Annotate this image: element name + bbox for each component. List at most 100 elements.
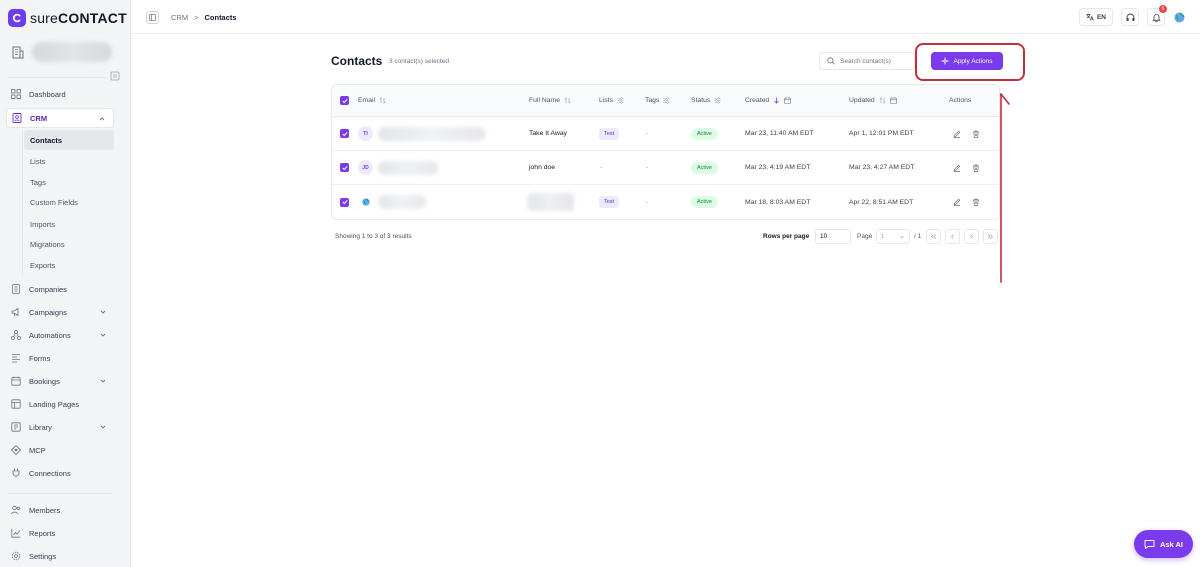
contact-card-icon [12,113,22,123]
breadcrumb-separator: > [194,13,199,22]
chevron-down-icon[interactable] [99,423,107,431]
rows-per-page-label: Rows per page [763,233,810,240]
table-row[interactable]: Test - Active Mar 18, 8:03 AM EDT Apr 22… [332,185,999,219]
sidebar-toggle-icon [149,14,156,21]
sidebar-subitem-contacts[interactable]: Contacts [24,130,114,150]
sidebar-item-crm[interactable]: CRM [6,108,114,128]
sidebar-collapse-icon[interactable] [110,71,120,81]
last-page-button[interactable] [983,229,998,244]
lists-cell: Test [599,185,620,219]
column-email[interactable]: Email [358,85,386,116]
search-input[interactable] [840,57,910,65]
column-label: Tags [645,97,660,104]
rows-per-page-value: 10 [820,233,828,240]
support-button[interactable] [1121,8,1139,26]
sidebar-item-mcp[interactable]: MCP [6,440,114,460]
globe-icon [361,198,370,206]
trash-icon[interactable] [972,130,980,138]
sidebar-item-settings[interactable]: Settings [6,546,114,566]
panel-toggle-button[interactable] [146,11,159,24]
form-icon [12,354,20,363]
chevrons-right-icon [987,234,993,239]
sidebar-item-library[interactable]: Library [6,417,114,437]
sidebar-subitem-migrations[interactable]: Migrations [24,234,114,254]
select-all-checkbox[interactable] [340,96,349,105]
breadcrumb-crm[interactable]: CRM [171,13,188,22]
sidebar-subitem-label: Exports [30,260,56,270]
edit-icon[interactable] [953,164,961,172]
sidebar-item-bookings[interactable]: Bookings [6,371,114,391]
language-button[interactable]: EN [1078,8,1113,26]
email-redacted [378,160,438,175]
sidebar-item-label: Companies [29,284,67,294]
sidebar-divider [8,77,106,78]
check-icon [341,131,348,136]
email-cell [358,185,373,219]
sidebar-item-dashboard[interactable]: Dashboard [6,84,114,104]
sidebar-item-label: Bookings [29,376,60,386]
sidebar-item-forms[interactable]: Forms [6,348,114,368]
main-panel: CRM > Contacts EN 6 Contacts 3 contact(s… [130,0,1200,567]
language-label: EN [1096,13,1106,21]
updated-cell: Mar 23, 4:27 AM EDT [849,164,915,171]
table-row[interactable]: JD john doe - - Active Mar 23, 4:19 AM E… [332,151,999,185]
sidebar-item-members[interactable]: Members [6,500,114,520]
sidebar-item-label: Reports [29,528,56,538]
tags-cell: - [646,130,649,137]
logo-text: sureCONTACT [30,10,127,26]
notifications-button[interactable]: 6 [1147,5,1167,26]
sidebar-item-reports[interactable]: Reports [6,523,114,543]
chevron-down-icon[interactable] [99,377,107,385]
column-created[interactable]: Created [745,85,791,116]
sidebar-subitem-lists[interactable]: Lists [24,151,114,171]
rows-per-page-select[interactable]: 10 [815,229,851,244]
edit-icon[interactable] [953,130,961,138]
created-cell: Mar 23, 11:40 AM EDT [745,130,814,137]
column-full-name[interactable]: Full Name [529,85,571,116]
sidebar-subitem-exports[interactable]: Exports [24,255,114,275]
workspace-avatar[interactable] [1173,11,1185,23]
column-label: Lists [599,97,613,104]
sidebar-subitem-imports[interactable]: Imports [24,214,114,234]
check-icon [341,98,348,103]
chevron-down-icon[interactable] [99,308,107,316]
breadcrumb-current: Contacts [204,13,237,22]
ask-ai-label: Ask AI [1159,539,1184,549]
prev-page-button[interactable] [945,229,960,244]
next-page-button[interactable] [964,229,979,244]
row-checkbox[interactable] [340,197,349,207]
sidebar-item-label: Members [29,505,61,515]
trash-icon[interactable] [972,164,980,172]
row-checkbox[interactable] [340,129,349,138]
sidebar-item-campaigns[interactable]: Campaigns [6,302,114,322]
sidebar-subitem-tags[interactable]: Tags [24,172,114,192]
sidebar-subitem-custom-fields[interactable]: Custom Fields [24,192,114,212]
ask-ai-button[interactable]: Ask AI [1134,530,1193,558]
page-label: Page [857,233,873,240]
sidebar-item-automations[interactable]: Automations [6,325,114,345]
column-status[interactable]: Status [691,85,721,116]
trash-icon[interactable] [972,198,980,206]
filter-icon [714,97,721,104]
sidebar-item-connections[interactable]: Connections [6,463,114,483]
column-lists[interactable]: Lists [599,85,624,116]
workspace-switcher[interactable] [12,42,112,62]
edit-icon[interactable] [953,198,961,206]
column-tags[interactable]: Tags [645,85,670,116]
chevron-up-icon[interactable] [98,115,106,123]
sidebar-item-landing-pages[interactable]: Landing Pages [6,394,114,414]
table-row[interactable]: TI Take It Away Test - Active Mar 23, 11… [332,117,999,151]
sidebar-item-companies[interactable]: Companies [6,279,114,299]
search-box[interactable] [819,52,915,70]
grid-icon [11,89,21,99]
status-badge: Active [691,127,718,140]
column-label: Email [358,97,375,104]
first-page-button[interactable] [926,229,941,244]
column-updated[interactable]: Updated [849,85,897,116]
sidebar-item-label: Dashboard [29,89,66,99]
app-logo[interactable]: sureCONTACT [8,9,127,27]
page-select[interactable]: 1 [876,229,910,244]
table-header: Email Full Name Lists Tags Status Create… [332,85,999,117]
row-checkbox[interactable] [340,163,349,172]
chevron-down-icon[interactable] [99,331,107,339]
